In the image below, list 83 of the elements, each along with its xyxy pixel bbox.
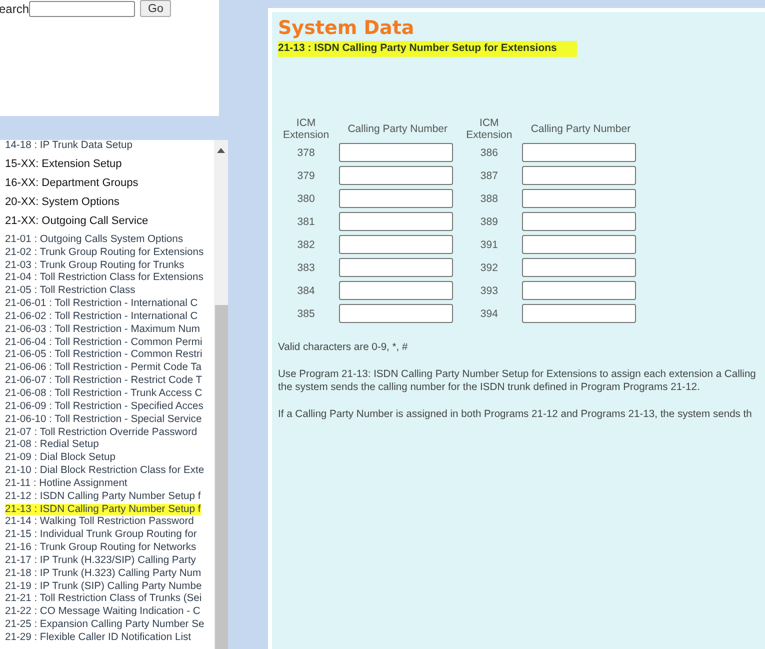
page-subtitle: 21-13 : ISDN Calling Party Number Setup for Extensions (278, 41, 577, 57)
calling-party-number-field[interactable] (339, 212, 454, 231)
nav-link[interactable]: 21-03 : Trunk Group Routing for Trunks (5, 260, 184, 271)
nav-link[interactable]: 21-18 : IP Trunk (H.323) Calling Party Num (5, 568, 202, 579)
calling-party-number-field[interactable] (522, 281, 636, 300)
nav-link[interactable]: 21-11 : Hotline Assignment (5, 478, 128, 489)
extension-number: 391 (479, 238, 499, 252)
column-header: ICM Extension (282, 117, 330, 141)
scrollbar[interactable] (214, 140, 228, 649)
calling-party-number-field[interactable] (339, 235, 454, 254)
calling-party-number-field[interactable] (339, 258, 454, 277)
nav-link[interactable]: 21-10 : Dial Block Restriction Class for Exte (5, 465, 204, 476)
extension-number: 392 (479, 260, 499, 276)
help-text: Use Program 21-13: ISDN Calling Party Number Setup for Extensions to assign each extension a Calling the system sends the calling number for the ISDN trunk defined in Program Programs 21-12. (278, 368, 757, 394)
nav-link[interactable]: 21-05 : Toll Restriction Class (5, 285, 136, 296)
extension-number: 388 (479, 192, 499, 206)
nav-link[interactable]: 21-13 : ISDN Calling Party Number Setup f (5, 504, 201, 515)
nav-link[interactable]: 21-06-05 : Toll Restriction - Common Restri (5, 349, 202, 360)
nav-link[interactable]: 21-06-04 : Toll Restriction - Common Permi (5, 336, 202, 348)
nav-link[interactable]: 21-06-06 : Toll Restriction - Permit Code Ta (5, 362, 202, 374)
nav-link[interactable]: 21-29 : Flexible Caller ID Notification List (5, 632, 191, 643)
nav-link[interactable]: 21-06-08 : Toll Restriction - Trunk Access C (5, 388, 202, 399)
column-header: ICM Extension (465, 117, 514, 141)
extension-number: 394 (479, 306, 499, 322)
nav-link[interactable]: 21-06-01 : Toll Restriction - International C (5, 298, 198, 310)
calling-party-number-field[interactable] (522, 304, 636, 323)
nav-link[interactable]: 21-06-09 : Toll Restriction - Specified Acces (5, 400, 204, 412)
nav-link[interactable]: 21-17 : IP Trunk (H.323/SIP) Calling Party (5, 554, 196, 566)
page-title: System Data (278, 18, 416, 38)
go-button[interactable]: Go (140, 0, 172, 17)
nav-link[interactable]: 21-06-02 : Toll Restriction - International C (5, 310, 198, 322)
calling-party-number-field[interactable] (522, 143, 636, 162)
extension-number: 393 (479, 284, 499, 298)
nav-link[interactable]: 14-18 : IP Trunk Data Setup (5, 140, 132, 151)
nav-link[interactable]: 21-07 : Toll Restriction Override Password (5, 426, 198, 438)
nav-link[interactable]: 21-06-03 : Toll Restriction - Maximum Num (5, 324, 200, 335)
calling-party-number-field[interactable] (522, 212, 636, 231)
calling-party-number-field[interactable] (339, 281, 454, 300)
extension-number: 389 (479, 214, 499, 230)
column-header: Calling Party Number (530, 122, 632, 137)
calling-party-number-field[interactable] (522, 258, 636, 277)
nav-link[interactable]: 21-15 : Individual Trunk Group Routing for (5, 529, 197, 540)
calling-party-number-field[interactable] (339, 304, 454, 323)
nav-link[interactable]: 21-12 : ISDN Calling Party Number Setup f (5, 490, 201, 502)
calling-party-number-field[interactable] (339, 143, 454, 162)
extension-number: 380 (296, 192, 316, 206)
extension-number: 379 (296, 168, 316, 184)
nav-link[interactable]: 21-02 : Trunk Group Routing for Extensions (5, 246, 204, 258)
extension-number: 387 (479, 168, 499, 184)
nav-link[interactable]: 21-04 : Toll Restriction Class for Extensions (5, 272, 204, 284)
nav-link[interactable]: 21-21 : Toll Restriction Class of Trunks (Sei (5, 593, 202, 604)
nav-link[interactable]: 21-XX: Outgoing Call Service (5, 214, 148, 227)
scrollbar-thumb[interactable] (215, 305, 228, 649)
calling-party-number-field[interactable] (339, 189, 454, 208)
search-field[interactable] (29, 0, 136, 16)
extension-number: 386 (479, 146, 499, 160)
scroll-up-icon[interactable] (217, 148, 225, 153)
nav-link[interactable]: 21-22 : CO Message Waiting Indication - C (5, 606, 200, 618)
nav-link[interactable]: 21-14 : Walking Toll Restriction Password (5, 516, 194, 528)
nav-link[interactable]: 15-XX: Extension Setup (5, 158, 122, 170)
nav-link[interactable]: 21-01 : Outgoing Calls System Options (5, 234, 183, 245)
extension-number: 382 (296, 238, 316, 252)
nav-link[interactable]: 16-XX: Department Groups (5, 176, 138, 189)
nav-link[interactable]: 21-08 : Redial Setup (5, 439, 99, 450)
nav-link[interactable]: 21-09 : Dial Block Setup (5, 452, 116, 464)
help-text: If a Calling Party Number is assigned in both Programs 21-12 and Programs 21-13, the system sends th (278, 408, 753, 421)
nav-link[interactable]: 20-XX: System Options (5, 196, 120, 208)
extension-number: 383 (296, 260, 316, 276)
calling-party-number-field[interactable] (522, 235, 636, 254)
calling-party-number-field[interactable] (339, 166, 454, 185)
nav-link[interactable]: 21-16 : Trunk Group Routing for Networks (5, 542, 196, 554)
extension-number: 381 (296, 214, 316, 230)
extension-number: 378 (296, 146, 316, 160)
calling-party-number-field[interactable] (522, 166, 636, 185)
nav-link[interactable]: 21-06-10 : Toll Restriction - Special Service (5, 414, 202, 425)
extension-number: 385 (296, 306, 316, 322)
nav-link[interactable]: 21-25 : Expansion Calling Party Number Se (5, 619, 204, 630)
calling-party-number-field[interactable] (522, 189, 636, 208)
extension-number: 384 (296, 284, 316, 298)
help-text: Valid characters are 0-9, *, # (278, 341, 409, 354)
nav-link[interactable]: 21-19 : IP Trunk (SIP) Calling Party Numbe (5, 580, 202, 592)
column-header: Calling Party Number (346, 122, 448, 137)
nav-link[interactable]: 21-06-07 : Toll Restriction - Restrict Code T (5, 375, 202, 386)
